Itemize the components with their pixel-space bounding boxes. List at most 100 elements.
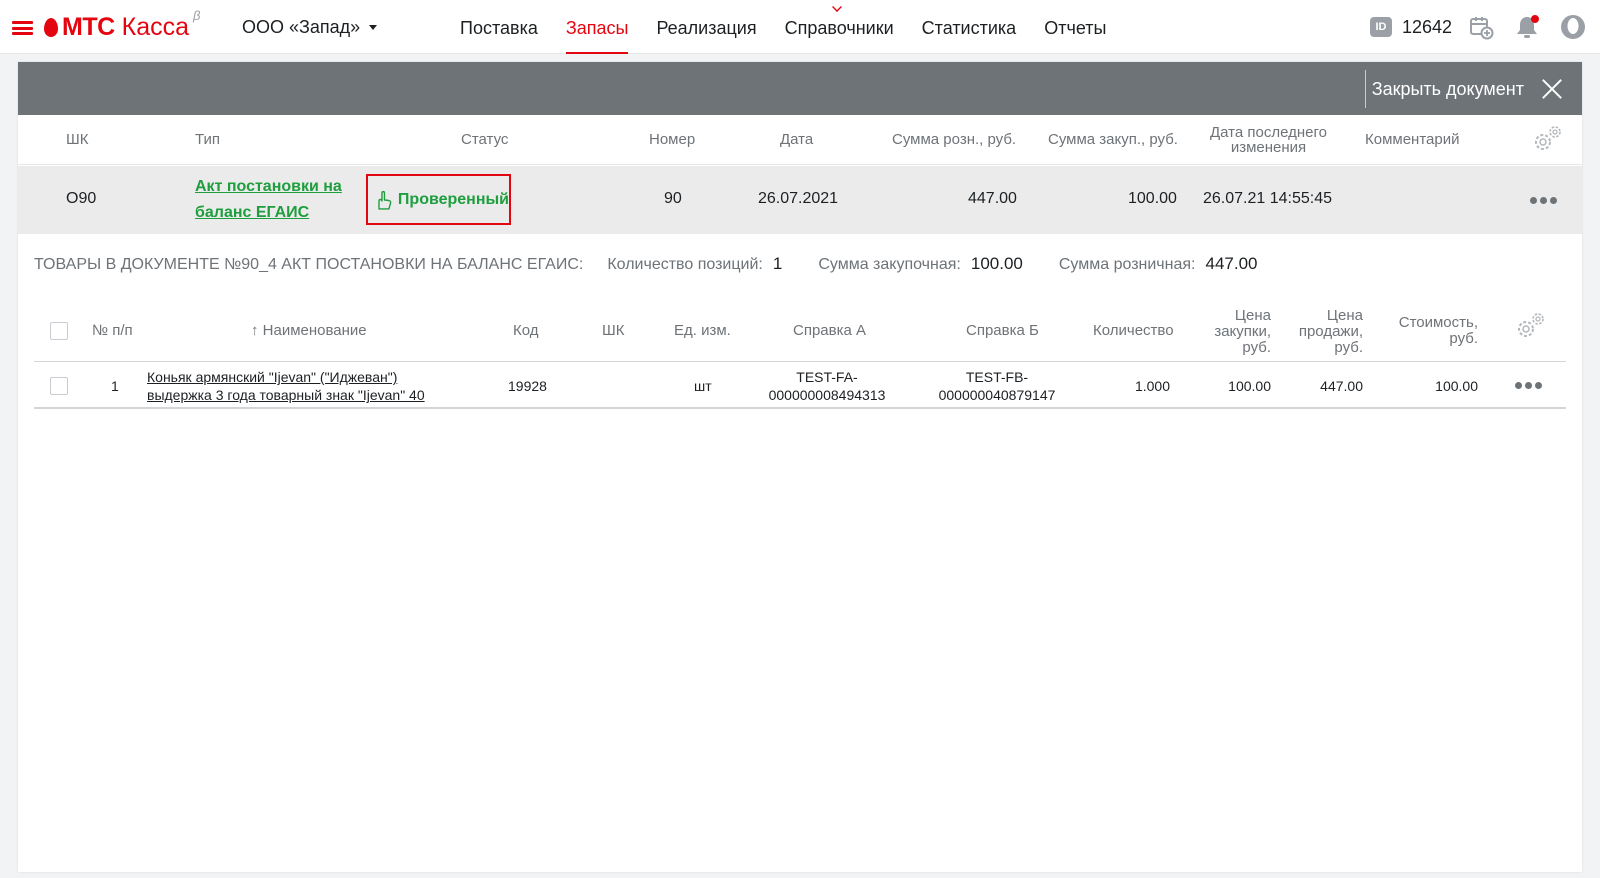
col-price-sale-line3: руб. — [1334, 339, 1363, 356]
col-item-unit: Ед. изм. — [674, 322, 731, 339]
items-settings-icon[interactable] — [1513, 310, 1549, 342]
close-document-label: Закрыть документ — [1371, 78, 1524, 99]
caret-down-icon — [369, 25, 378, 30]
document-summary: ТОВАРЫ В ДОКУМЕНТЕ №90_4 АКТ ПОСТАНОВКИ … — [34, 254, 1293, 278]
col-item-barcode: ШК — [602, 322, 625, 339]
close-document-button[interactable]: Закрыть документ — [1364, 70, 1582, 108]
item-more-icon[interactable] — [1515, 382, 1545, 389]
document-panel: Закрыть документ ШК Тип Статус Номер Дат… — [18, 62, 1582, 872]
doc-type-link[interactable]: Акт постановки на баланс ЕГАИС — [195, 174, 350, 226]
col-item-name[interactable]: ↑ Наименование — [251, 323, 367, 339]
item-name-line2: выдержка 3 года товарный знак "Ijevan" 4… — [147, 387, 425, 403]
item-ref-b: TEST-FB- 000000040879147 — [932, 368, 1062, 404]
logo-brand: МТС — [62, 12, 115, 41]
main-nav: Поставка Запасы Реализация Справочники С… — [460, 0, 1134, 54]
document-row[interactable]: О90 Акт постановки на баланс ЕГАИС Прове… — [18, 166, 1582, 234]
item-cost: 100.00 — [1435, 378, 1478, 394]
nav-item-realizaciya[interactable]: Реализация — [656, 0, 756, 54]
item-ref-b-line1: TEST-FB- — [965, 369, 1029, 385]
col-date: Дата — [780, 131, 814, 148]
table-settings-icon[interactable] — [1530, 123, 1566, 155]
chevron-down-icon — [832, 2, 843, 12]
user-id: 12642 — [1402, 17, 1453, 37]
col-type: Тип — [195, 131, 221, 148]
col-sum-retail: Сумма розн., руб. — [892, 131, 1017, 148]
summary-title: ТОВАРЫ В ДОКУМЕНТЕ №90_4 АКТ ПОСТАНОВКИ … — [34, 256, 584, 273]
item-ref-b-line2: 000000040879147 — [938, 387, 1056, 403]
col-status: Статус — [461, 131, 509, 148]
hand-check-icon — [378, 190, 392, 210]
item-name-link[interactable]: Коньяк армянский "Ijevan" ("Иджеван") вы… — [147, 368, 467, 404]
item-code: 19928 — [508, 378, 547, 394]
positions-label: Количество позиций: — [607, 256, 763, 273]
col-price-purchase-line1: Цена — [1234, 307, 1271, 324]
col-price-sale-line1: Цена — [1326, 307, 1363, 324]
purchase-sum-value: 100.00 — [970, 254, 1023, 273]
col-item-ref-a: Справка А — [793, 322, 867, 339]
document-table-header: ШК Тип Статус Номер Дата Сумма розн., ру… — [18, 115, 1582, 165]
doc-barcode: О90 — [66, 190, 97, 207]
status-text: Проверенный — [397, 190, 509, 208]
item-unit: шт — [694, 378, 712, 394]
items-table-header: № п/п ↑ Наименование Код ШК Ед. изм. Спр… — [34, 300, 1566, 362]
item-price-sale: 447.00 — [1320, 378, 1363, 394]
col-last-change-line2: изменения — [1230, 139, 1307, 156]
nav-item-zapasy[interactable]: Запасы — [565, 0, 629, 54]
col-item-qty: Количество — [1093, 322, 1174, 339]
table-row[interactable]: 1 Коньяк армянский "Ijevan" ("Иджеван") … — [34, 363, 1566, 409]
col-item-code: Код — [513, 322, 539, 339]
top-header: МТС Касса β ООО «Запад» Поставка Запасы … — [0, 0, 1600, 54]
menu-icon[interactable] — [12, 21, 33, 35]
item-ref-a-line2: 000000008494313 — [768, 387, 886, 403]
status-badge: Проверенный — [366, 174, 511, 225]
col-item-num: № п/п — [92, 322, 133, 339]
col-comment: Комментарий — [1365, 131, 1460, 148]
purchase-sum-label: Сумма закупочная: — [818, 256, 961, 273]
row-more-icon[interactable] — [1530, 197, 1560, 204]
col-sum-purchase: Сумма закуп., руб. — [1048, 131, 1178, 148]
col-number: Номер — [649, 131, 696, 148]
sort-arrow-up-icon: ↑ — [251, 322, 259, 339]
positions-value: 1 — [772, 254, 783, 273]
panel-toolbar: Закрыть документ — [18, 62, 1582, 115]
doc-last-change: 26.07.21 14:55:45 — [1203, 190, 1333, 207]
doc-date: 26.07.2021 — [758, 190, 839, 207]
doc-sum-retail: 447.00 — [968, 190, 1017, 207]
nav-item-spravochniki[interactable]: Справочники — [785, 0, 894, 54]
item-ref-a-line1: TEST-FA- — [796, 369, 858, 385]
row-checkbox[interactable] — [50, 377, 68, 395]
nav-item-spravochniki-label: Справочники — [784, 18, 894, 38]
org-selector[interactable]: ООО «Запад» — [242, 17, 378, 38]
item-name-line1: Коньяк армянский "Ijevan" ("Иджеван") — [147, 369, 398, 385]
item-num: 1 — [111, 378, 119, 394]
item-price-purchase: 100.00 — [1228, 378, 1271, 394]
col-cost-line1: Стоимость, — [1398, 314, 1478, 331]
mts-egg-icon — [44, 17, 58, 37]
item-ref-a: TEST-FA- 000000008494313 — [762, 368, 892, 404]
user-avatar-icon[interactable] — [1560, 14, 1586, 40]
logo[interactable]: МТС Касса β — [44, 8, 200, 42]
select-all-checkbox[interactable] — [50, 322, 68, 340]
nav-item-postavka[interactable]: Поставка — [460, 0, 538, 54]
bell-icon[interactable] — [1514, 14, 1540, 40]
col-last-change: Дата последнего изменения — [1206, 125, 1331, 155]
col-price-purchase-line3: руб. — [1242, 339, 1271, 356]
col-price-purchase-line2: закупки, — [1214, 323, 1271, 340]
nav-item-statistika[interactable]: Статистика — [922, 0, 1017, 54]
retail-sum-value: 447.00 — [1205, 254, 1258, 273]
col-cost-line2: руб. — [1449, 330, 1478, 347]
logo-beta: β — [193, 7, 201, 23]
retail-sum-label: Сумма розничная: — [1058, 256, 1196, 273]
org-name: ООО «Запад» — [242, 17, 361, 37]
col-item-cost: Стоимость, руб. — [1374, 315, 1478, 347]
logo-product: Касса — [121, 12, 190, 41]
id-icon: ID — [1370, 17, 1392, 37]
col-item-price-purchase: Цена закупки, руб. — [1196, 308, 1271, 356]
col-price-sale-line2: продажи, — [1298, 323, 1363, 340]
calendar-add-icon[interactable] — [1468, 14, 1494, 40]
item-qty: 1.000 — [1134, 378, 1170, 394]
doc-sum-purchase: 100.00 — [1128, 190, 1177, 207]
col-item-price-sale: Цена продажи, руб. — [1288, 308, 1363, 356]
col-item-ref-b: Справка Б — [966, 322, 1039, 339]
nav-item-otchety[interactable]: Отчеты — [1044, 0, 1106, 54]
